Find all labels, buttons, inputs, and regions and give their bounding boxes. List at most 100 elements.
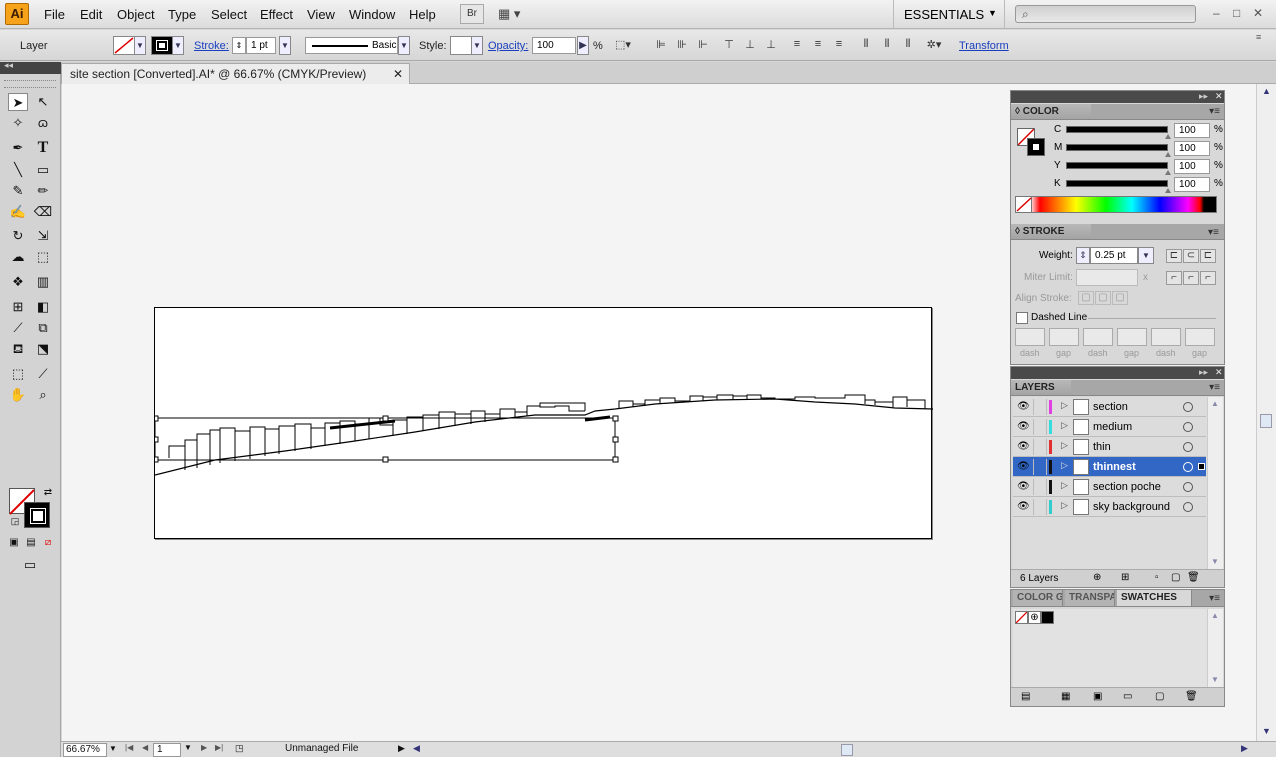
last-artboard-icon[interactable]: ▶|	[215, 743, 223, 757]
lock-toggle[interactable]	[1033, 399, 1047, 415]
scroll-up-icon[interactable]: ▲	[1262, 86, 1271, 96]
layer-name[interactable]: thin	[1093, 441, 1111, 453]
align-center-icon[interactable]: ⊪	[673, 38, 691, 53]
horizontal-scroll-thumb[interactable]	[841, 744, 853, 756]
distribute-top-icon[interactable]: ≡	[788, 38, 806, 53]
yellow-value-field[interactable]: 100	[1174, 159, 1210, 174]
fill-dropdown[interactable]: ▼	[134, 36, 146, 55]
stroke-weight-dropdown[interactable]: ▼	[279, 36, 291, 55]
layer-name[interactable]: thinnest	[1093, 461, 1136, 473]
expand-triangle-icon[interactable]: ▷	[1061, 480, 1068, 491]
paintbrush-tool-icon[interactable]: ✎	[8, 182, 28, 200]
scroll-left-icon[interactable]: ◀	[413, 743, 420, 757]
scroll-down-icon[interactable]: ▼	[1262, 726, 1271, 736]
dash-field-2[interactable]	[1083, 328, 1113, 346]
color-guide-tab[interactable]: COLOR G	[1013, 590, 1063, 606]
target-circle-icon[interactable]	[1183, 502, 1193, 512]
hand-tool-icon[interactable]: ✋	[8, 386, 28, 404]
blend-tool-icon[interactable]: ⧉	[33, 319, 53, 337]
gap-field-3[interactable]	[1185, 328, 1215, 346]
swap-fill-stroke-icon[interactable]: ⇄	[38, 484, 58, 502]
black-swatch[interactable]	[1041, 611, 1054, 624]
type-tool-icon[interactable]: T	[33, 139, 53, 157]
dash-field-3[interactable]	[1151, 328, 1181, 346]
visibility-eye-icon[interactable]: 👁	[1017, 441, 1030, 452]
artboard-tool-icon[interactable]: ⬚	[8, 365, 28, 383]
target-circle-icon[interactable]	[1183, 482, 1193, 492]
target-circle-icon[interactable]	[1183, 442, 1193, 452]
magenta-slider-thumb[interactable]	[1165, 152, 1171, 157]
brush-dropdown[interactable]: ▼	[398, 36, 410, 55]
magenta-value-field[interactable]: 100	[1174, 141, 1210, 156]
fill-color-button[interactable]	[113, 36, 135, 55]
stroke-panel-menu-icon[interactable]: ▾≡	[1208, 227, 1272, 238]
opacity-label-link[interactable]: Opacity:	[488, 40, 528, 52]
minimize-button[interactable]: –	[1213, 6, 1220, 20]
lasso-tool-icon[interactable]: ɷ	[33, 114, 53, 132]
scroll-down-icon[interactable]: ▼	[1211, 557, 1219, 566]
distribute-left-icon[interactable]: ⦀	[857, 38, 875, 53]
collapse-dock-icon[interactable]: ▸▸	[1199, 367, 1208, 378]
zoom-dropdown-icon[interactable]: ▼	[107, 743, 119, 757]
menu-edit[interactable]: Edit	[80, 7, 102, 22]
round-cap-icon[interactable]: ⊂	[1183, 249, 1199, 263]
tools-grip[interactable]	[4, 80, 56, 88]
screen-mode-icon[interactable]: ▭	[18, 556, 42, 574]
layer-row-thin[interactable]: 👁 ▷ thin	[1013, 437, 1206, 457]
graphic-style-button[interactable]	[450, 36, 472, 55]
stroke-panel-tab[interactable]: ◊ STROKE	[1011, 224, 1091, 240]
opacity-arrow[interactable]: ▶	[577, 36, 589, 55]
rotate-tool-icon[interactable]: ↻	[8, 227, 28, 245]
align-bottom-icon[interactable]: ⊥	[762, 38, 780, 53]
color-spectrum[interactable]	[1015, 196, 1217, 213]
distribute-middle-icon[interactable]: ≡	[809, 38, 827, 53]
artboard[interactable]	[154, 307, 933, 539]
collapse-icon[interactable]: ◂◂	[4, 60, 13, 71]
zoom-tool-icon[interactable]: ⌕	[33, 386, 53, 404]
round-join-icon[interactable]: ⌐	[1183, 271, 1199, 285]
stroke-weight-field[interactable]: 1 pt	[246, 37, 276, 54]
brush-definition-field[interactable]: Basic	[305, 37, 398, 54]
miter-join-icon[interactable]: ⌐	[1166, 271, 1182, 285]
menu-object[interactable]: Object	[117, 7, 155, 22]
selection-tool-icon[interactable]: ➤	[8, 93, 28, 111]
warp-tool-icon[interactable]: ☁	[8, 248, 28, 266]
target-circle-icon[interactable]	[1183, 402, 1193, 412]
align-top-icon[interactable]: ⊤	[720, 38, 738, 53]
new-color-group-icon[interactable]: ▭	[1123, 691, 1132, 702]
search-input[interactable]: ⌕	[1015, 5, 1196, 23]
transform-link[interactable]: Transform	[959, 40, 1009, 52]
stroke-label-link[interactable]: Stroke:	[194, 40, 229, 52]
pencil-tool-icon[interactable]: ✏	[33, 182, 53, 200]
bevel-join-icon[interactable]: ⌐	[1200, 271, 1216, 285]
color-panel-menu-icon[interactable]: ▾≡	[1209, 106, 1220, 117]
layer-row-thinnest[interactable]: 👁 ▷ thinnest	[1013, 457, 1206, 477]
menu-window[interactable]: Window	[349, 7, 395, 22]
next-artboard-icon[interactable]: ▶	[201, 743, 207, 757]
status-info-label[interactable]: Unmanaged File	[285, 743, 358, 757]
show-swatch-kinds-icon[interactable]: ▦	[1061, 691, 1070, 702]
color-stroke-icon[interactable]	[1027, 138, 1045, 156]
layers-scrollbar[interactable]: ▲ ▼	[1207, 397, 1223, 569]
close-button[interactable]: ✕	[1253, 6, 1263, 20]
visibility-eye-icon[interactable]: 👁	[1017, 421, 1030, 432]
yellow-slider-thumb[interactable]	[1165, 170, 1171, 175]
black-value-field[interactable]: 100	[1174, 177, 1210, 192]
blob-brush-tool-icon[interactable]: ✍	[8, 203, 28, 221]
expand-triangle-icon[interactable]: ▷	[1061, 460, 1068, 471]
zoom-field[interactable]: 66.67%	[63, 743, 107, 757]
artboard-number-field[interactable]: 1	[153, 743, 181, 757]
cyan-slider-thumb[interactable]	[1165, 134, 1171, 139]
close-dock-icon[interactable]: ✕	[1215, 367, 1223, 378]
color-panel-tab[interactable]: ◊ COLOR	[1011, 104, 1091, 120]
selected-art-indicator[interactable]	[1198, 463, 1205, 470]
slice-tool-icon[interactable]: ⟋	[33, 365, 53, 383]
black-slider-thumb[interactable]	[1165, 188, 1171, 193]
cyan-value-field[interactable]: 100	[1174, 123, 1210, 138]
bridge-button[interactable]: Br	[460, 4, 484, 24]
vertical-scrollbar[interactable]: ▲ ▼	[1256, 84, 1276, 741]
pen-tool-icon[interactable]: ✒	[8, 139, 28, 157]
stroke-dropdown[interactable]: ▼	[172, 36, 184, 55]
scroll-up-icon[interactable]: ▲	[1211, 611, 1219, 620]
gap-field-1[interactable]	[1049, 328, 1079, 346]
